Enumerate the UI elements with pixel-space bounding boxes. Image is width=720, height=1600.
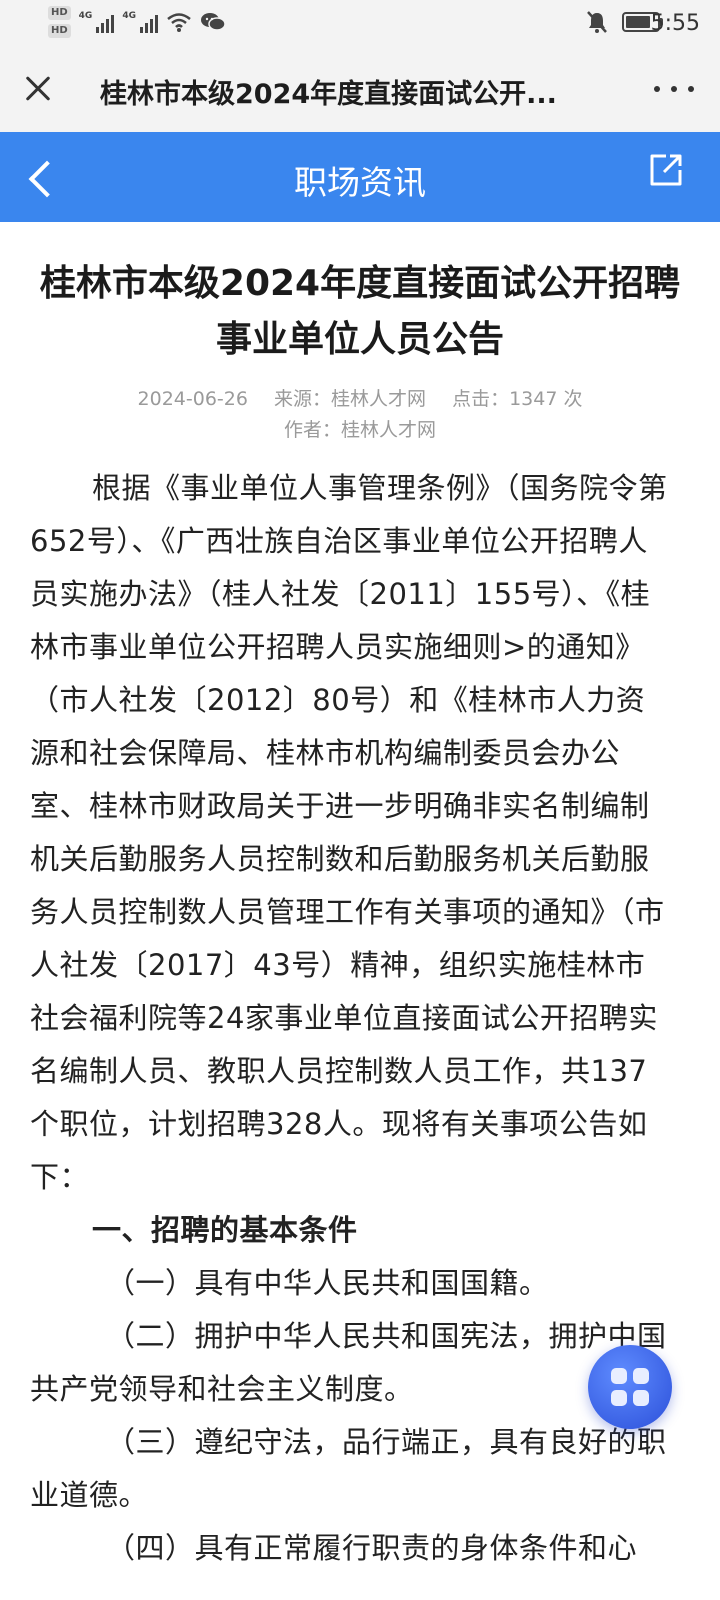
section-header: 职场资讯 (0, 132, 720, 222)
share-icon[interactable] (648, 152, 684, 188)
header-title: 职场资讯 (294, 163, 426, 202)
article-date: 2024-06-26 (137, 388, 248, 410)
list-item: （四）具有正常履行职责的身体条件和心 (106, 1531, 638, 1565)
hd-badge: HD (48, 24, 71, 38)
status-time: 5:55 (650, 11, 700, 36)
network-type: 4G (78, 11, 93, 21)
close-icon[interactable] (18, 68, 58, 108)
article-body: 根据《事业单位人事管理条例》（国务院令第652号）、《广西壮族自治区事业单位公开… (30, 462, 670, 1575)
apps-grid-icon[interactable] (588, 1345, 672, 1429)
page-title: 桂林市本级2024年度直接面试公开... (100, 79, 557, 110)
wifi-icon (167, 13, 191, 32)
hd-badge: HD (48, 6, 71, 20)
mute-bell-icon (587, 11, 607, 33)
signal-icon: 4G (79, 11, 115, 33)
article-clicks: 点击：1347 次 (452, 388, 583, 410)
dot (671, 86, 677, 92)
signal-icon: 4G (122, 11, 158, 33)
article-meta: 2024-06-26 来源：桂林人才网 点击：1347 次 (0, 384, 720, 411)
status-bar: HD HD 4G 4G 5:55 (0, 0, 720, 48)
status-left: HD HD 4G 4G (48, 6, 226, 38)
grid-square (611, 1368, 627, 1384)
article-title: 桂林市本级2024年度直接面试公开招聘事业单位人员公告 (39, 263, 681, 360)
article-source: 来源：桂林人才网 (274, 388, 427, 410)
list-item: （三）遵纪守法，品行端正，具有良好的职业道德。 (30, 1425, 667, 1512)
grid-square (633, 1390, 649, 1406)
section-heading: 一、招聘的基本条件 (92, 1213, 358, 1247)
more-icon[interactable] (654, 74, 694, 104)
hd-indicators: HD HD (48, 6, 71, 38)
article-author: 作者：桂林人才网 (283, 419, 436, 441)
list-item: （二）拥护中华人民共和国宪法，拥护中国共产党领导和社会主义制度。 (30, 1319, 667, 1406)
dot (688, 86, 694, 92)
dot (654, 86, 660, 92)
grid-square (633, 1368, 649, 1384)
top-nav: 桂林市本级2024年度直接面试公开... (0, 48, 720, 132)
wechat-icon (200, 13, 226, 31)
grid-square (611, 1390, 627, 1406)
list-item: （一）具有中华人民共和国国籍。 (106, 1266, 549, 1300)
status-right (586, 10, 663, 34)
network-type: 4G (122, 11, 136, 21)
intro-paragraph: 根据《事业单位人事管理条例》（国务院令第652号）、《广西壮族自治区事业单位公开… (30, 471, 668, 1194)
